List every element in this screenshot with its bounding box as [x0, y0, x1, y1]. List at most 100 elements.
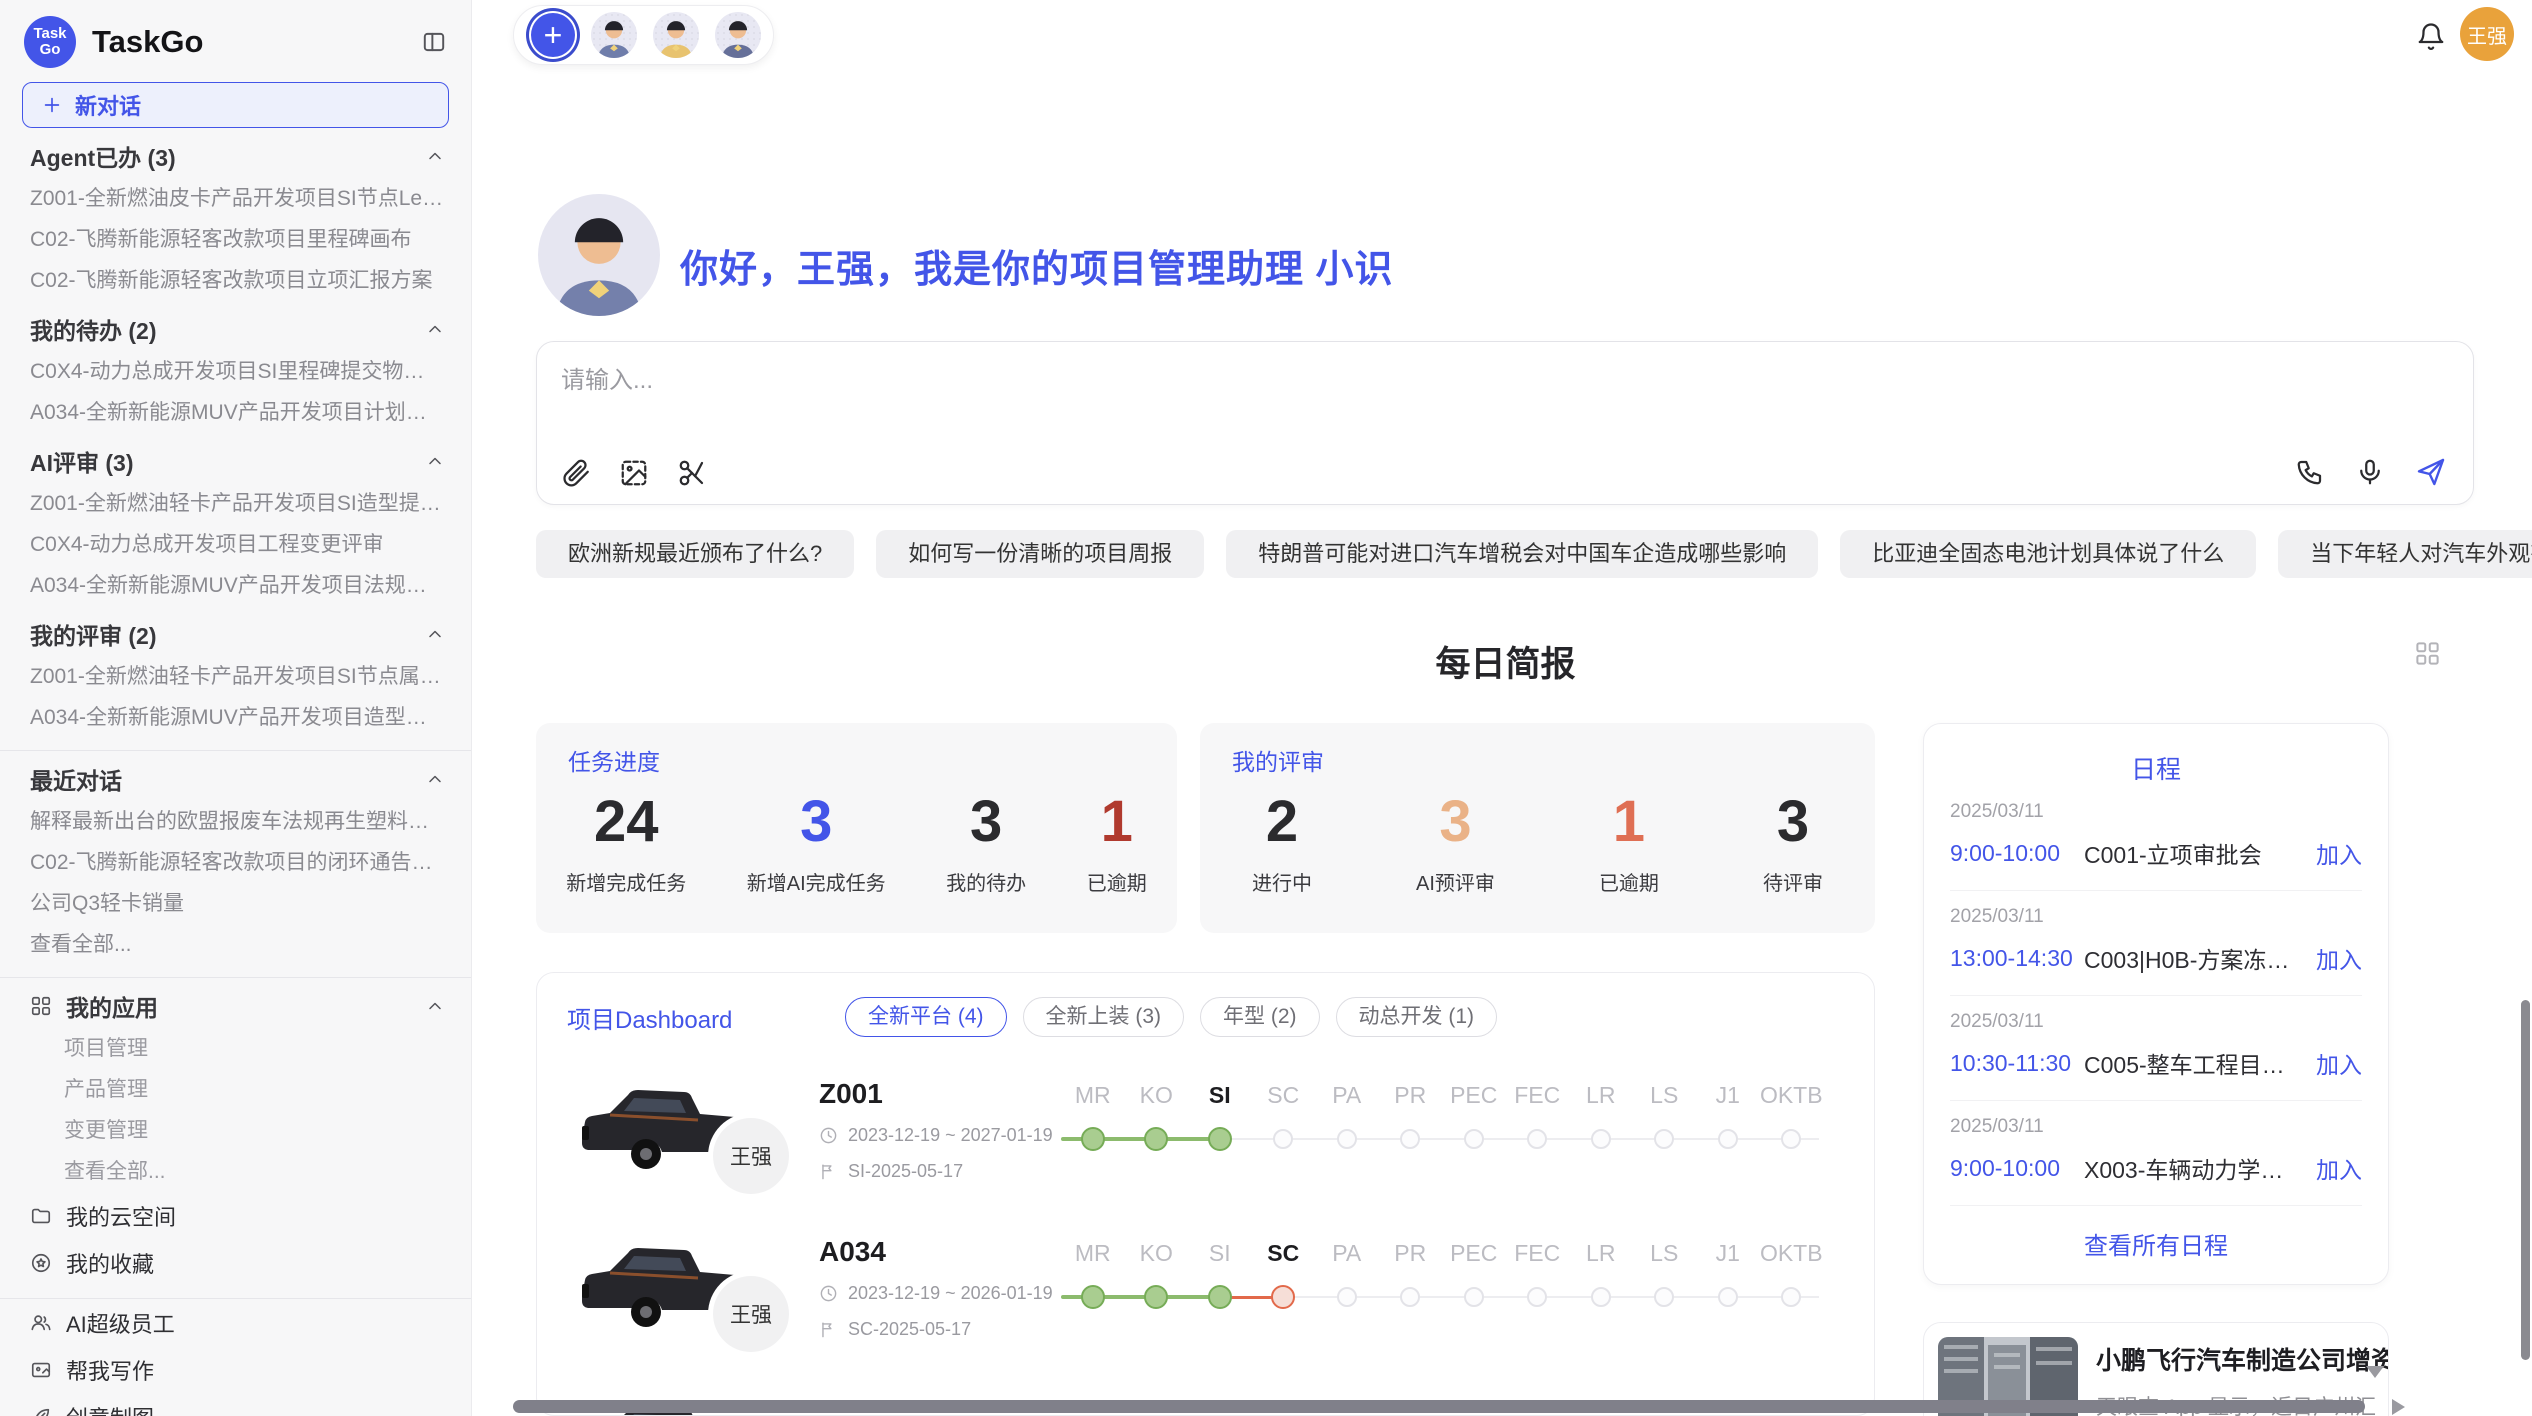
- chat-input[interactable]: [559, 358, 2253, 442]
- recent-section-header[interactable]: 最近对话: [0, 757, 471, 801]
- cloud-space-label: 我的云空间: [66, 1200, 176, 1232]
- milestone-timeline: MRKOSISCPAPRPECFECLRLSJ1OKTB: [1061, 1082, 1823, 1161]
- sidebar-collapse-icon[interactable]: [421, 29, 447, 55]
- sidebar-item-cloud-space[interactable]: 我的云空间: [0, 1192, 471, 1239]
- join-link[interactable]: 加入: [2316, 1046, 2362, 1080]
- phone-icon[interactable]: [2295, 457, 2325, 487]
- mic-icon[interactable]: [2355, 457, 2385, 487]
- new-chat-label: 新对话: [75, 89, 141, 121]
- sidebar-list-item[interactable]: C02-飞腾新能源轻客改款项目里程碑画布: [0, 219, 471, 260]
- sidebar-list-item[interactable]: C0X4-动力总成开发项目工程变更评审: [0, 524, 471, 565]
- horizontal-scrollbar[interactable]: [513, 1400, 2365, 1413]
- sidebar-list-item[interactable]: C0X4-动力总成开发项目SI里程碑提交物检查: [0, 351, 471, 392]
- milestone-dot: [1781, 1287, 1801, 1307]
- sidebar-list-item[interactable]: 产品管理: [0, 1069, 471, 1110]
- new-session-button[interactable]: +: [531, 13, 575, 57]
- sidebar-list-item[interactable]: Z001-全新燃油轻卡产品开发项目SI节点属性5D文件评审: [0, 656, 471, 697]
- sidebar-list-item[interactable]: Z001-全新燃油皮卡产品开发项目SI节点Lesson Learn报告: [0, 178, 471, 219]
- sidebar-list-item[interactable]: C02-飞腾新能源轻客改款项目的闭环通告反馈情况: [0, 842, 471, 883]
- sidebar-item-creative-draw[interactable]: 创意制图: [0, 1393, 471, 1416]
- scissors-icon[interactable]: [677, 458, 707, 488]
- sidebar-list-item[interactable]: 查看全部...: [0, 924, 471, 965]
- section-header[interactable]: 我的待办 (2): [0, 307, 471, 351]
- section-items: Z001-全新燃油轻卡产品开发项目SI节点属性5D文件评审A034-全新新能源M…: [0, 656, 471, 738]
- session-avatar-1[interactable]: [591, 12, 637, 58]
- join-link[interactable]: 加入: [2316, 836, 2362, 870]
- sidebar-list-item[interactable]: 项目管理: [0, 1028, 471, 1069]
- sidebar-item-help-write[interactable]: 帮我写作: [0, 1346, 471, 1393]
- milestone-dot: [1718, 1129, 1738, 1149]
- dashboard-tab[interactable]: 全新平台 (4): [845, 997, 1007, 1037]
- dashboard-tab[interactable]: 年型 (2): [1200, 997, 1320, 1037]
- card-title: 我的评审: [1232, 743, 1324, 777]
- sidebar-list-item[interactable]: Z001-全新燃油轻卡产品开发项目SI造型提交物评审: [0, 483, 471, 524]
- sidebar-item-ai-staff[interactable]: AI超级员工: [0, 1299, 471, 1346]
- sidebar-list-item[interactable]: A034-全新新能源MUV产品开发项目计划变更表编写: [0, 392, 471, 433]
- suggestion-chip[interactable]: 欧洲新规最近颁布了什么?: [536, 530, 854, 578]
- sidebar-list-item[interactable]: 变更管理: [0, 1110, 471, 1151]
- join-link[interactable]: 加入: [2316, 1151, 2362, 1185]
- sidebar: Task Go TaskGo 新对话 Agent已办 (3) Z001-全新燃油…: [0, 0, 472, 1416]
- sidebar-list-item[interactable]: 解释最新出台的欧盟报废车法规再生塑料比例被调至15%...: [0, 801, 471, 842]
- project-row[interactable]: 王强 A034 2023-12-19 ~ 2026-01-19 SC-2025-…: [537, 1230, 1874, 1388]
- task-progress-card: 任务进度 24 新增完成任务 3 新增AI完成任务 3 我的待办 1 已逾期: [536, 723, 1177, 933]
- section-header[interactable]: 我的评审 (2): [0, 612, 471, 656]
- sidebar-item-favorites[interactable]: 我的收藏: [0, 1239, 471, 1286]
- project-dashboard-card: 项目Dashboard 全新平台 (4)全新上装 (3)年型 (2)动总开发 (…: [536, 972, 1875, 1416]
- project-owner-badge: 王强: [713, 1276, 789, 1352]
- schedule-title: 日程: [1924, 724, 2388, 786]
- greeting-text: 你好，王强，我是你的项目管理助理 小识: [680, 238, 1394, 293]
- sidebar-list-item[interactable]: 查看全部...: [0, 1151, 471, 1192]
- suggestion-chip[interactable]: 特朗普可能对进口汽车增税会对中国车企造成哪些影响: [1226, 530, 1818, 578]
- apps-section-header[interactable]: 我的应用: [0, 984, 471, 1028]
- scroll-down-arrow[interactable]: [2366, 1366, 2384, 1378]
- attach-icon[interactable]: [561, 458, 591, 488]
- milestone-dot: [1718, 1287, 1738, 1307]
- scroll-right-arrow[interactable]: [2392, 1399, 2405, 1415]
- section-header[interactable]: Agent已办 (3): [0, 134, 471, 178]
- stat: 3 待评审: [1763, 793, 1823, 896]
- sidebar-list-item[interactable]: 公司Q3轻卡销量: [0, 883, 471, 924]
- image-icon[interactable]: [619, 458, 649, 488]
- milestone-dot: [1273, 1129, 1293, 1149]
- stat: 3 新增AI完成任务: [747, 793, 886, 896]
- section-title: 我的待办 (2): [30, 312, 157, 346]
- send-icon[interactable]: [2415, 456, 2447, 488]
- user-avatar[interactable]: 王强: [2460, 7, 2514, 61]
- schedule-time: 10:30-11:30: [1950, 1050, 2084, 1077]
- new-chat-button[interactable]: 新对话: [22, 82, 449, 128]
- milestone-dot: [1081, 1127, 1105, 1151]
- milestone-dot: [1144, 1285, 1168, 1309]
- project-row[interactable]: 王强 Z001 2023-12-19 ~ 2027-01-19 SI-2025-…: [537, 1072, 1874, 1230]
- sidebar-list-item[interactable]: A034-全新新能源MUV产品开发项目造型可行性评审: [0, 697, 471, 738]
- schedule-time: 9:00-10:00: [1950, 840, 2084, 867]
- session-avatar-3[interactable]: [715, 12, 761, 58]
- ai-staff-label: AI超级员工: [66, 1307, 175, 1339]
- stat: 24 新增完成任务: [566, 793, 686, 896]
- apps-grid-icon: [30, 995, 52, 1017]
- divider: [0, 750, 471, 751]
- schedule-time: 9:00-10:00: [1950, 1155, 2084, 1182]
- suggestion-chip[interactable]: 比亚迪全固态电池计划具体说了什么: [1840, 530, 2256, 578]
- suggestion-chip[interactable]: 如何写一份清晰的项目周报: [876, 530, 1204, 578]
- schedule-date: 2025/03/11: [1950, 801, 2362, 823]
- briefing-layout-icon[interactable]: [2414, 640, 2441, 667]
- sidebar-list-item[interactable]: A034-全新新能源MUV产品开发项目法规符合性评审: [0, 565, 471, 606]
- join-link[interactable]: 加入: [2316, 941, 2362, 975]
- project-info: A034 2023-12-19 ~ 2026-01-19 SC-2025-05-…: [819, 1236, 1053, 1340]
- stat-label: 新增AI完成任务: [747, 867, 886, 896]
- dashboard-tab[interactable]: 动总开发 (1): [1336, 997, 1498, 1037]
- milestone-timeline: MRKOSISCPAPRPECFECLRLSJ1OKTB: [1061, 1240, 1823, 1319]
- stat-label: 我的待办: [946, 867, 1026, 896]
- session-avatar-2[interactable]: [653, 12, 699, 58]
- notification-bell-icon[interactable]: [2416, 22, 2446, 52]
- view-all-schedule-link[interactable]: 查看所有日程: [1924, 1226, 2388, 1261]
- milestone-dot: [1208, 1127, 1232, 1151]
- suggestion-chip[interactable]: 当下年轻人对汽车外观有怎样的喜好趋势: [2278, 530, 2532, 578]
- sidebar-list-item[interactable]: C02-飞腾新能源轻客改款项目立项汇报方案: [0, 260, 471, 301]
- chevron-up-icon: [425, 451, 445, 471]
- vertical-scrollbar[interactable]: [2521, 1000, 2530, 1360]
- section-header[interactable]: AI评审 (3): [0, 439, 471, 483]
- dashboard-tab[interactable]: 全新上装 (3): [1023, 997, 1185, 1037]
- project-dates: 2023-12-19 ~ 2027-01-19: [848, 1125, 1053, 1146]
